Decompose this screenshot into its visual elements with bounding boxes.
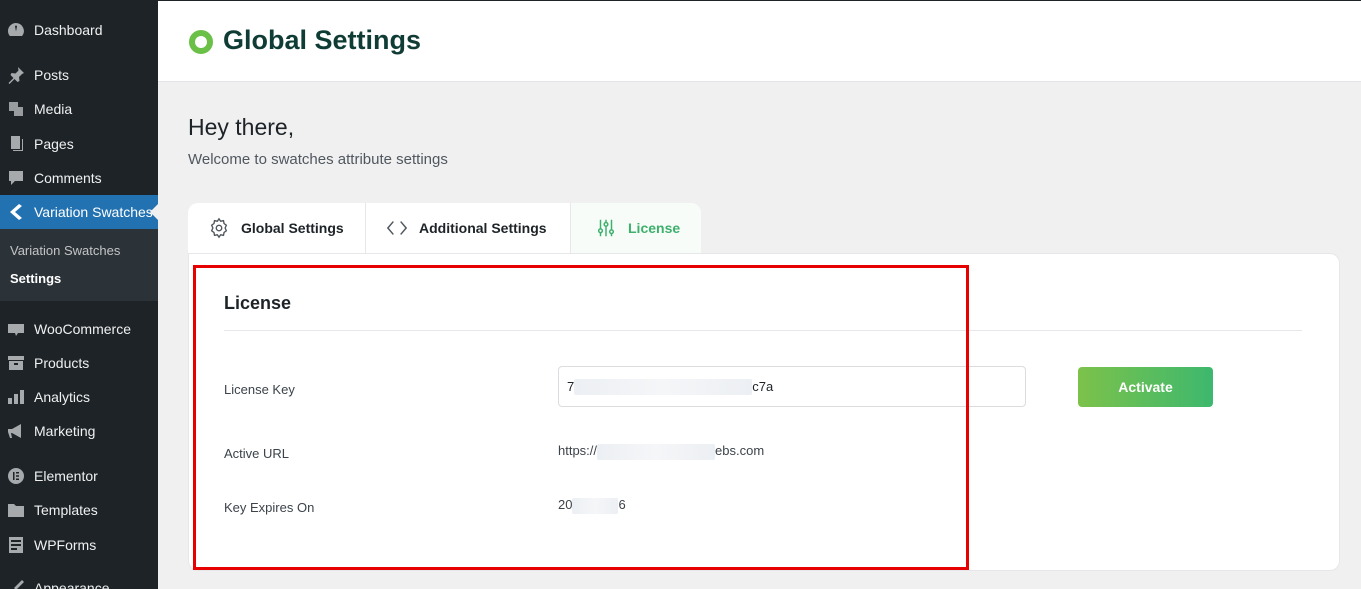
bar-chart-icon [0,387,34,407]
welcome-text: Welcome to swatches attribute settings [188,151,448,168]
code-icon [386,221,408,235]
sidebar-item-label: Analytics [34,389,91,405]
sidebar-item-label: Appearance [34,580,110,589]
sidebar-item-comments[interactable]: Comments [0,161,158,195]
sidebar-item-label: WPForms [34,537,97,553]
sidebar-item-products[interactable]: Products [0,346,158,380]
sidebar-item-label: Marketing [34,423,96,439]
sidebar-submenu: Variation Swatches Settings [0,229,158,301]
sidebar-item-media[interactable]: Media [0,92,158,126]
sidebar-item-label: Posts [34,67,70,83]
sidebar-item-label: Templates [34,502,98,518]
megaphone-icon [0,421,34,441]
sidebar-item-elementor[interactable]: Elementor [0,459,158,493]
brush-icon [0,578,34,589]
sidebar-item-label: Comments [34,170,102,186]
admin-sidebar: Dashboard Posts Media Pages Comments Var… [0,0,158,589]
sidebar-item-label: Media [34,101,73,117]
media-icon [0,99,34,119]
comment-icon [0,168,34,188]
form-icon [0,535,34,555]
submenu-item-variation-swatches[interactable]: Variation Swatches [10,243,120,258]
sliders-icon [597,219,615,237]
sidebar-item-label: WooCommerce [34,321,131,337]
tab-label: License [628,220,681,236]
sidebar-item-posts[interactable]: Posts [0,58,158,92]
sidebar-item-pages[interactable]: Pages [0,127,158,161]
tab-label: Additional Settings [419,220,547,236]
sidebar-item-label: Products [34,355,90,371]
sidebar-item-label: Variation Swatches [34,204,153,220]
activate-button[interactable]: Activate [1078,367,1213,407]
page-title: Global Settings [223,25,422,55]
sidebar-item-analytics[interactable]: Analytics [0,380,158,414]
pages-icon [0,134,34,154]
page-header: Global Settings [158,0,1361,82]
sidebar-item-dashboard[interactable]: Dashboard [0,13,158,47]
tab-additional-settings[interactable]: Additional Settings [366,203,571,253]
sidebar-item-appearance[interactable]: Appearance [0,571,158,589]
woo-icon [0,319,34,339]
submenu-item-settings[interactable]: Settings [10,271,61,286]
sidebar-item-label: Dashboard [34,22,103,38]
sidebar-item-marketing[interactable]: Marketing [0,414,158,448]
highlight-box [193,265,969,570]
tab-global-settings[interactable]: Global Settings [188,203,366,253]
chevron-left-icon [0,202,34,222]
elementor-icon [0,466,34,486]
archive-icon [0,353,34,373]
tab-label: Global Settings [241,220,344,236]
pin-icon [0,65,34,85]
greeting-heading: Hey there, [188,114,295,140]
folder-icon [0,500,34,520]
sidebar-item-wpforms[interactable]: WPForms [0,528,158,562]
sidebar-item-templates[interactable]: Templates [0,493,158,527]
gear-icon [210,217,228,239]
plugin-logo-icon [189,30,213,54]
dashboard-icon [0,20,34,40]
sidebar-item-label: Elementor [34,468,98,484]
settings-tabs: Global Settings Additional Settings Lice… [188,203,701,253]
sidebar-item-woocommerce[interactable]: WooCommerce [0,312,158,346]
sidebar-item-variation-swatches[interactable]: Variation Swatches [0,195,158,229]
tab-license[interactable]: License [571,203,701,253]
sidebar-item-label: Pages [34,136,74,152]
